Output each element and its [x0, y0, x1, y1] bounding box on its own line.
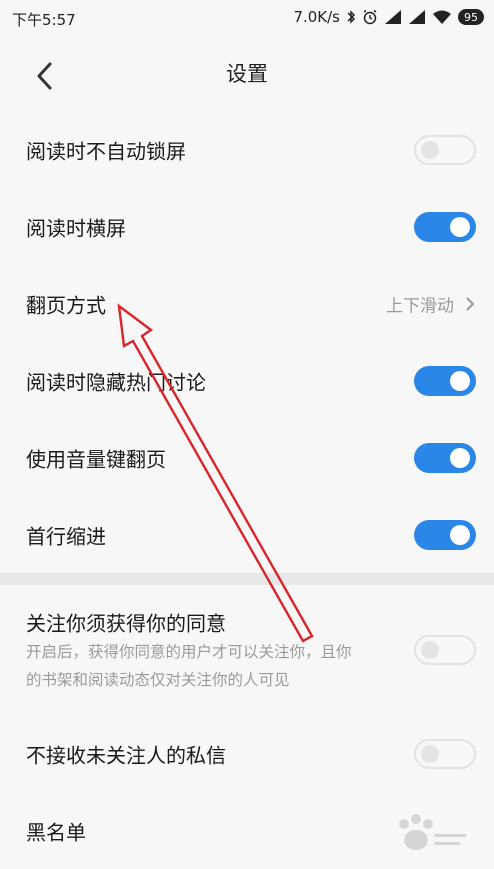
setting-row-hide-hot: 阅读时隐藏热门讨论: [0, 342, 494, 419]
toggle-knob: [421, 140, 439, 159]
toggle-knob: [421, 744, 439, 763]
volume-keys-toggle[interactable]: [414, 442, 476, 473]
landscape-toggle[interactable]: [414, 211, 476, 242]
chevron-right-icon: [466, 296, 475, 311]
toggle-knob: [421, 641, 439, 659]
toggle-knob: [450, 524, 470, 545]
setting-row-landscape: 阅读时横屏: [0, 188, 494, 265]
signal-icon: [385, 10, 401, 24]
status-indicators: 7.0K/s 95: [293, 8, 484, 26]
setting-row-auto-lock: 阅读时不自动锁屏: [0, 111, 494, 188]
setting-label: 首行缩进: [26, 524, 106, 548]
network-speed: 7.0K/s: [293, 8, 340, 26]
toggle-knob: [450, 216, 470, 237]
setting-row-page-turn[interactable]: 翻页方式 上下滑动: [0, 265, 494, 342]
section-divider: [0, 573, 494, 585]
settings-screen: 下午5:57 7.0K/s 95 设置 阅读时不自动锁屏 阅读时横屏 翻页方式 …: [0, 0, 494, 869]
page-title: 设置: [226, 62, 268, 86]
toggle-knob: [450, 370, 470, 391]
setting-row-follow-consent: 关注你须获得你的同意 开启后，获得你同意的用户才可以关注你，且你 的书架和阅读动…: [0, 596, 494, 700]
signal-icon-2: [409, 10, 425, 24]
alarm-icon: [363, 9, 377, 25]
setting-label: 翻页方式: [26, 293, 106, 317]
setting-label: 黑名单: [26, 820, 86, 844]
setting-label: 阅读时隐藏热门讨论: [26, 370, 206, 394]
setting-label: 阅读时横屏: [26, 216, 126, 240]
watermark-logo: [399, 814, 466, 850]
setting-label: 不接收未关注人的私信: [26, 743, 226, 767]
reject-messages-toggle[interactable]: [414, 738, 476, 769]
setting-description: 的书架和阅读动态仅对关注你的人可见: [26, 671, 290, 689]
setting-description: 开启后，获得你同意的用户才可以关注你，且你: [26, 643, 352, 661]
bluetooth-icon: [347, 10, 356, 24]
setting-row-indent: 首行缩进: [0, 496, 494, 573]
hide-hot-toggle[interactable]: [414, 365, 476, 396]
indent-toggle[interactable]: [414, 519, 476, 550]
status-time: 下午5:57: [12, 11, 76, 29]
header: 设置: [0, 36, 494, 110]
setting-label: 关注你须获得你的同意: [26, 611, 226, 636]
status-bar: 下午5:57 7.0K/s 95: [0, 0, 494, 36]
battery-indicator: 95: [458, 9, 484, 25]
page-turn-value: 上下滑动: [386, 296, 454, 316]
follow-consent-toggle[interactable]: [414, 635, 476, 665]
setting-label: 阅读时不自动锁屏: [26, 139, 186, 163]
setting-row-reject-messages: 不接收未关注人的私信: [0, 715, 494, 792]
wifi-icon: [433, 10, 451, 24]
setting-row-volume-keys: 使用音量键翻页: [0, 419, 494, 496]
toggle-knob: [450, 447, 470, 468]
setting-label: 使用音量键翻页: [26, 447, 166, 471]
auto-lock-toggle[interactable]: [414, 134, 476, 165]
